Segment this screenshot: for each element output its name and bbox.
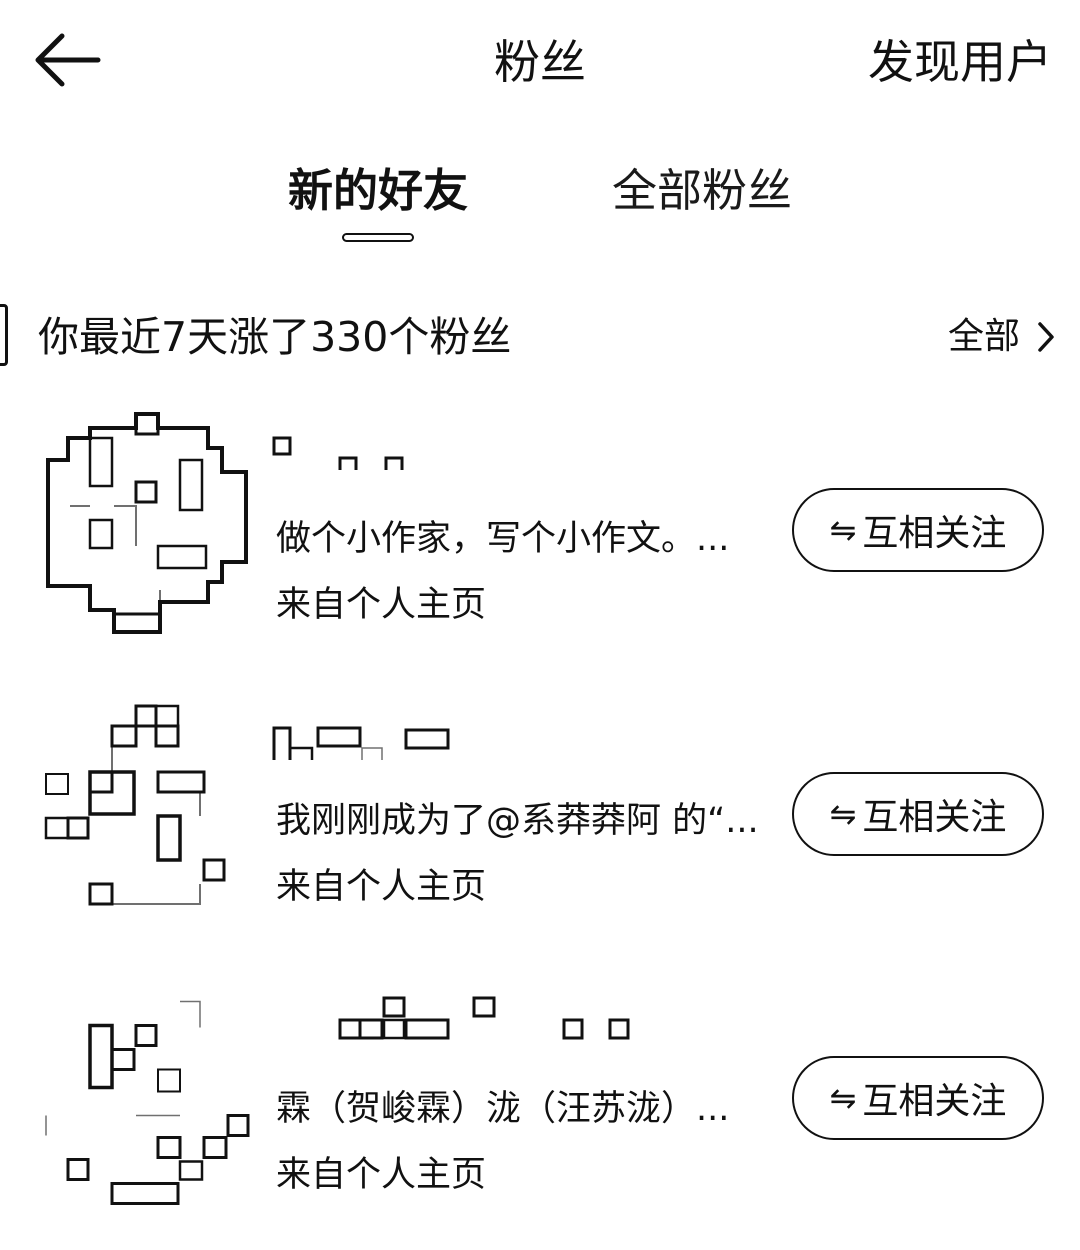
tab-new-friends[interactable]: 新的好友: [288, 160, 468, 222]
fan-nickname[interactable]: [270, 410, 740, 470]
tab-all-fans[interactable]: 全部粉丝: [612, 160, 792, 222]
view-all-link[interactable]: 全部: [948, 310, 1056, 364]
fan-list-item[interactable]: 霖（贺峻霖）泷（汪苏泷）... 来自个人主页 ⇋ 互相关注: [0, 990, 1080, 1250]
chevron-right-icon: [1036, 320, 1056, 354]
fan-bio: 我刚刚成为了@系莽莽阿 的“...: [276, 801, 759, 841]
mutual-follow-button[interactable]: ⇋ 互相关注: [792, 488, 1044, 572]
fan-list-item[interactable]: 做个小作家，写个小作文。... 来自个人主页 ⇋ 互相关注: [0, 410, 1080, 670]
mutual-follow-button[interactable]: ⇋ 互相关注: [792, 1056, 1044, 1140]
view-all-label: 全部: [947, 316, 1020, 357]
fan-nickname[interactable]: [270, 700, 740, 760]
fan-bio: 霖（贺峻霖）泷（汪苏泷）...: [276, 1089, 730, 1129]
arrow-left-icon[interactable]: [30, 28, 106, 92]
active-tab-indicator: [342, 233, 414, 242]
swap-arrows-icon: ⇋: [829, 1079, 857, 1117]
fan-list-item[interactable]: 我刚刚成为了@系莽莽阿 的“... 来自个人主页 ⇋ 互相关注: [0, 700, 1080, 960]
section-marker: [0, 304, 8, 366]
fan-source: 来自个人主页: [276, 867, 487, 907]
fan-nickname[interactable]: [270, 990, 740, 1050]
mutual-follow-button[interactable]: ⇋ 互相关注: [792, 772, 1044, 856]
header-bar: 粉丝 发现用户: [0, 0, 1080, 125]
follow-button-label: 互相关注: [862, 1081, 1007, 1122]
follow-button-label: 互相关注: [862, 797, 1007, 838]
discover-users-link[interactable]: 发现用户: [868, 30, 1052, 94]
new-fans-summary: 你最近7天涨了330个粉丝: [38, 313, 512, 361]
swap-arrows-icon: ⇋: [829, 511, 857, 549]
avatar[interactable]: [40, 410, 252, 640]
swap-arrows-icon: ⇋: [829, 795, 857, 833]
avatar[interactable]: [40, 990, 252, 1220]
fan-source: 来自个人主页: [276, 585, 487, 625]
avatar[interactable]: [40, 700, 252, 930]
follow-button-label: 互相关注: [862, 513, 1007, 554]
fan-bio: 做个小作家，写个小作文。...: [276, 519, 730, 559]
fan-source: 来自个人主页: [276, 1155, 487, 1195]
